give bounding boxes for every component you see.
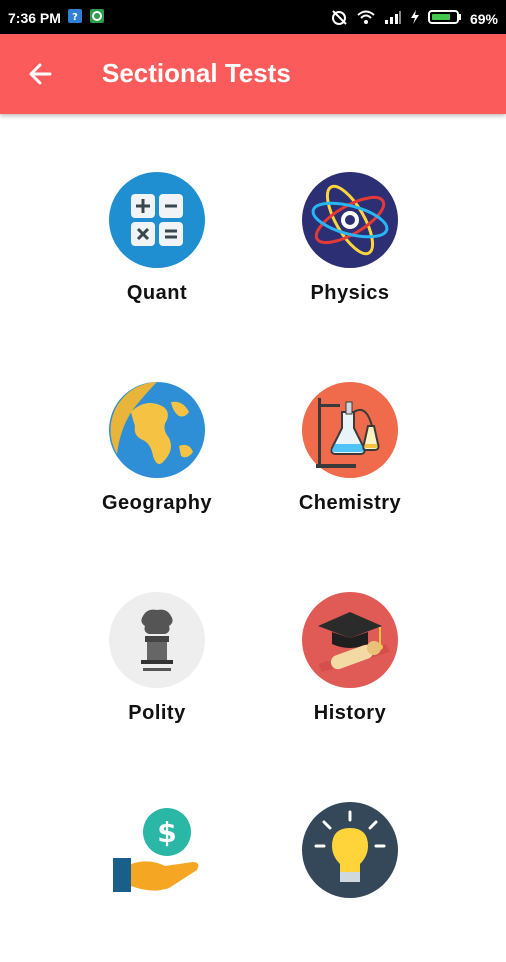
tile-polity[interactable]: Polity [67,592,247,752]
tile-label: Quant [126,282,188,304]
notification-icon-2 [89,8,105,27]
national-emblem-icon [109,592,205,688]
status-time: 7:36 PM [8,9,61,26]
tile-geography[interactable]: Geography [67,382,247,542]
status-right: 69% [330,8,498,29]
calculator-icon [109,172,205,268]
status-left: 7:36 PM ? [8,8,105,27]
tile-physics[interactable]: Physics [260,172,440,332]
atom-icon [302,172,398,268]
tile-economy[interactable]: $ [67,802,247,962]
back-button[interactable] [22,56,58,92]
svg-text:?: ? [72,12,78,23]
tile-general-knowledge[interactable] [260,802,440,962]
signal-icon [384,9,402,28]
tile-label: Polity [128,702,186,724]
tile-label: Geography [101,492,213,514]
tile-label: History [313,702,387,724]
tile-history[interactable]: History [260,592,440,752]
notification-icon: ? [67,8,83,27]
battery-percent: 69% [469,10,498,27]
globe-icon [109,382,205,478]
alarm-off-icon [330,8,348,29]
charging-icon [410,9,420,28]
money-hand-icon: $ [113,808,199,892]
page-title: Sectional Tests [102,58,291,88]
tile-label: Chemistry [298,492,402,514]
back-arrow-icon [29,63,52,85]
wifi-icon [356,9,376,28]
battery-icon [427,9,462,28]
graduation-cap-scroll-icon [302,592,398,688]
app-bar: Sectional Tests [0,34,506,114]
svg-text:$: $ [157,816,176,849]
lightbulb-icon [302,802,398,898]
tile-chemistry[interactable]: Chemistry [260,382,440,542]
tile-quant[interactable]: Quant [67,172,247,332]
status-bar: 7:36 PM ? 69% [0,0,506,34]
lab-flask-icon [302,382,398,478]
tile-label: Physics [310,282,390,304]
